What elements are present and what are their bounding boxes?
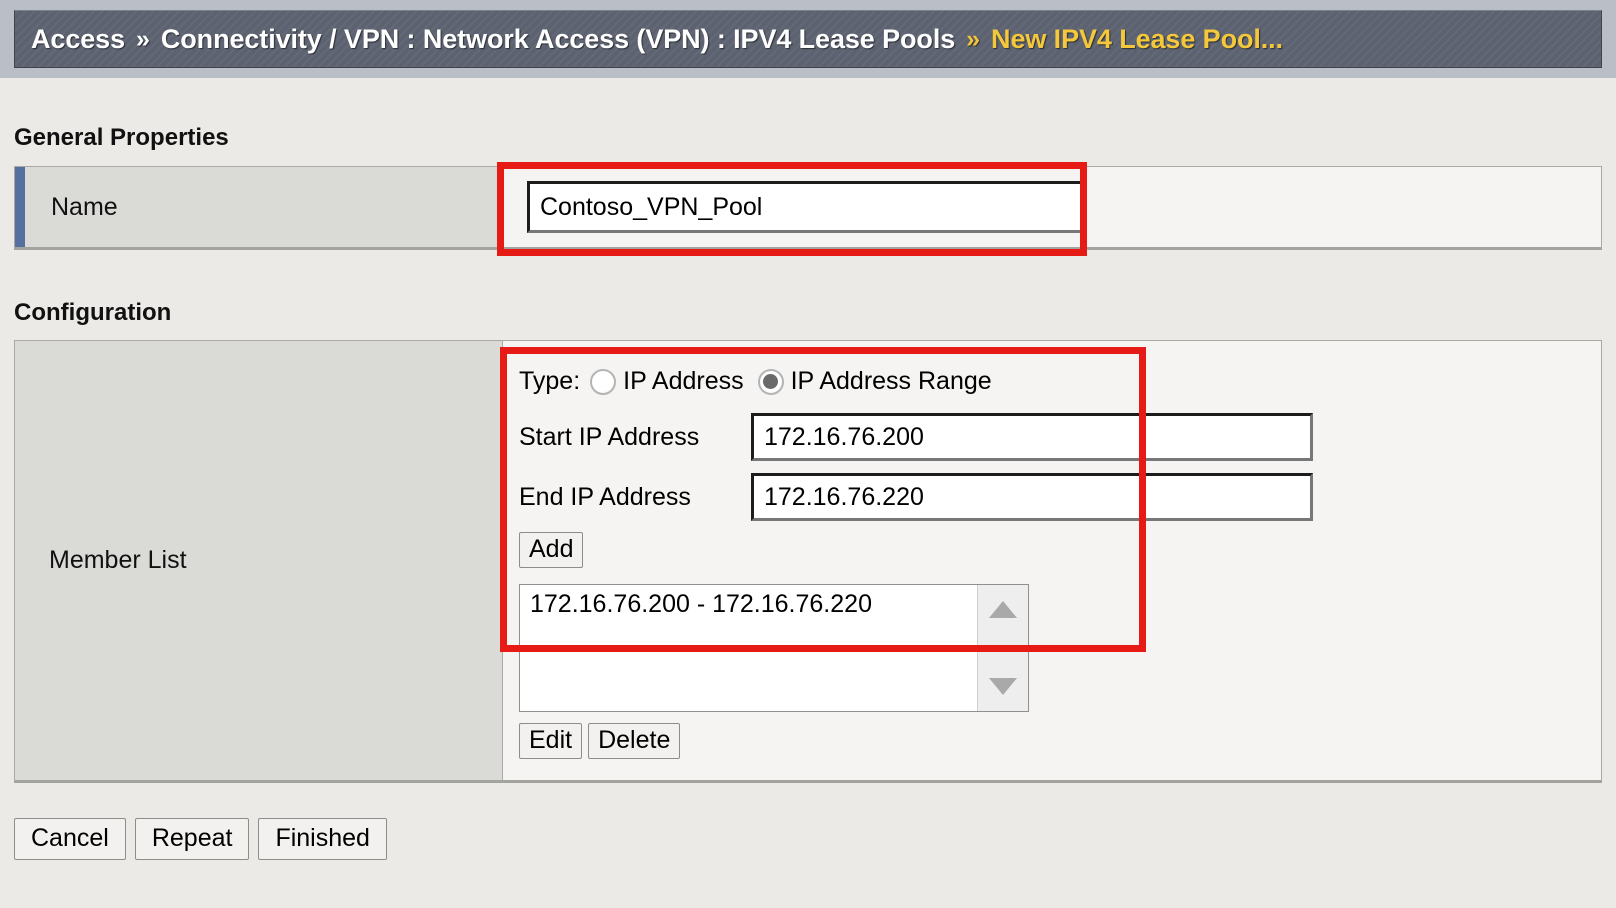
- member-list-items[interactable]: 172.16.76.200 - 172.16.76.220: [520, 585, 977, 711]
- radio-ip-address-range[interactable]: [757, 368, 784, 395]
- edit-button[interactable]: Edit: [519, 723, 583, 760]
- breadcrumb: Access » Connectivity / VPN : Network Ac…: [14, 10, 1602, 68]
- name-label: Name: [51, 192, 118, 221]
- member-list-label-cell: Member List: [15, 341, 503, 780]
- configuration-heading: Configuration: [14, 299, 172, 326]
- end-ip-input[interactable]: [751, 473, 1313, 521]
- radio-ip-address-label[interactable]: IP Address: [623, 367, 743, 396]
- delete-button[interactable]: Delete: [588, 723, 681, 760]
- end-ip-label: End IP Address: [519, 482, 691, 511]
- type-label: Type:: [519, 367, 581, 395]
- name-content-cell: [503, 167, 1601, 247]
- member-list-actions: Edit Delete: [519, 723, 681, 760]
- breadcrumb-separator-2: »: [966, 24, 981, 53]
- end-ip-row: End IP Address: [519, 473, 1313, 521]
- breadcrumb-path[interactable]: Connectivity / VPN : Network Access (VPN…: [161, 24, 955, 55]
- header-background: Access » Connectivity / VPN : Network Ac…: [0, 0, 1616, 78]
- cancel-button[interactable]: Cancel: [14, 818, 126, 861]
- required-field-marker: [15, 167, 25, 247]
- finished-button[interactable]: Finished: [258, 818, 387, 861]
- start-ip-row: Start IP Address: [519, 413, 1313, 461]
- breadcrumb-separator-1: »: [135, 24, 150, 53]
- add-button[interactable]: Add: [519, 532, 584, 569]
- repeat-button[interactable]: Repeat: [134, 818, 250, 861]
- start-ip-label: Start IP Address: [519, 422, 700, 451]
- configuration-panel: Member List Type: IP Address IP Address …: [14, 340, 1602, 783]
- member-list-content-cell: Type: IP Address IP Address Range Start …: [503, 341, 1601, 780]
- list-item[interactable]: 172.16.76.200 - 172.16.76.220: [530, 589, 977, 620]
- start-ip-input[interactable]: [751, 413, 1313, 461]
- general-properties-panel: Name: [14, 166, 1602, 250]
- member-list-box[interactable]: 172.16.76.200 - 172.16.76.220: [519, 584, 1029, 712]
- type-radio-group: Type: IP Address IP Address Range: [519, 367, 992, 396]
- triangle-down-icon[interactable]: [989, 678, 1017, 695]
- general-properties-heading: General Properties: [14, 124, 229, 151]
- breadcrumb-root[interactable]: Access: [31, 24, 125, 55]
- radio-ip-address[interactable]: [590, 368, 617, 395]
- name-input[interactable]: [527, 181, 1087, 233]
- member-list-scrollbar[interactable]: [977, 585, 1028, 711]
- triangle-up-icon[interactable]: [989, 601, 1017, 618]
- member-list-label: Member List: [49, 546, 187, 574]
- name-label-cell: Name: [15, 167, 503, 247]
- radio-ip-address-range-label[interactable]: IP Address Range: [791, 367, 992, 396]
- footer-actions: Cancel Repeat Finished: [14, 818, 387, 861]
- breadcrumb-current-page: New IPV4 Lease Pool...: [991, 23, 1283, 54]
